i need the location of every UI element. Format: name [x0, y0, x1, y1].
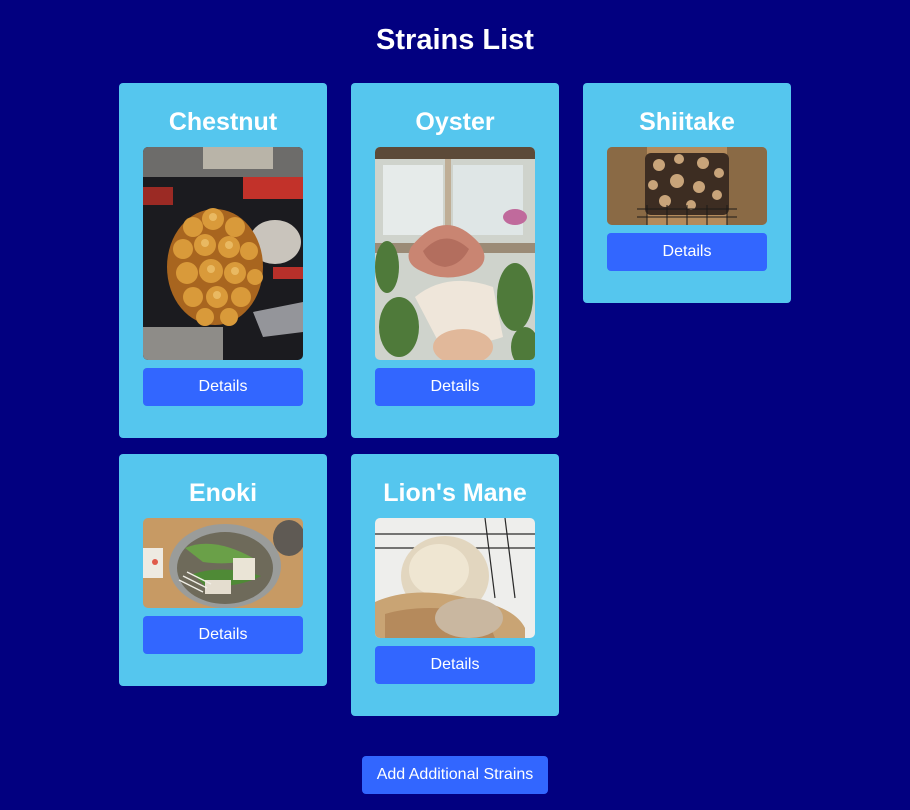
strain-photo-chestnut — [143, 147, 303, 360]
strain-name: Oyster — [415, 108, 495, 136]
strain-photo-lions-mane — [375, 518, 535, 638]
strains-page: Strains List Chestnut Details Oyster Det… — [0, 0, 910, 810]
add-strains-button[interactable]: Add Additional Strains — [362, 756, 548, 794]
strain-card-chestnut: Chestnut Details — [119, 83, 327, 438]
details-button-enoki[interactable]: Details — [143, 616, 303, 654]
strain-name: Shiitake — [639, 108, 735, 136]
details-button-oyster[interactable]: Details — [375, 368, 535, 406]
details-button-shiitake[interactable]: Details — [607, 233, 767, 271]
strain-card-oyster: Oyster Details — [351, 83, 559, 438]
strain-name: Enoki — [188, 479, 258, 507]
strain-card-shiitake: Shiitake Details — [583, 83, 791, 303]
strain-photo-enoki — [143, 518, 303, 608]
details-button-chestnut[interactable]: Details — [143, 368, 303, 406]
strain-photo-shiitake — [607, 147, 767, 225]
strain-card-lions-mane: Lion's Mane Details — [351, 454, 559, 716]
strain-name: Chestnut — [168, 108, 278, 136]
strain-name: Lion's Mane — [383, 479, 527, 507]
page-title: Strains List — [376, 24, 534, 56]
strain-card-enoki: Enoki Details — [119, 454, 327, 686]
details-button-lions-mane[interactable]: Details — [375, 646, 535, 684]
strain-photo-oyster — [375, 147, 535, 360]
